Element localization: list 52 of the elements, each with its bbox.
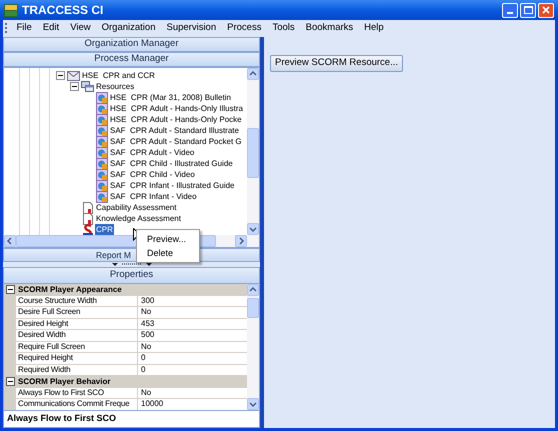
section-header[interactable]: Process Manager: [3, 52, 260, 67]
menu-item[interactable]: View: [64, 21, 96, 36]
property-value[interactable]: No: [138, 388, 247, 399]
tree-item[interactable]: CPR: [95, 224, 114, 235]
tree-item[interactable]: HSE CPR Adult - Hands-Only Illustra: [109, 103, 244, 114]
tree-item[interactable]: SAF CPR Child - Illustrated Guide: [109, 158, 234, 169]
menu-item[interactable]: File: [11, 21, 38, 36]
property-name: Desired Width: [16, 330, 138, 342]
tree-item[interactable]: Capability Assessment: [95, 202, 178, 213]
menu-item[interactable]: Tools: [266, 21, 300, 36]
property-value[interactable]: 300: [138, 296, 247, 307]
property-value[interactable]: 0: [138, 353, 247, 364]
tree-item[interactable]: SAF CPR Adult - Video: [109, 147, 196, 158]
menu-item[interactable]: Help: [358, 21, 390, 36]
menu-item[interactable]: Organization: [96, 21, 161, 36]
tree-item[interactable]: SAF CPR Adult - Standard Pocket G: [109, 136, 243, 147]
property-name: Course Structure Width: [16, 296, 138, 307]
tree-item[interactable]: SAF CPR Infant - Illustrated Guide: [109, 180, 236, 191]
tree-item[interactable]: HSE CPR (Mar 31, 2008) Bulletin: [109, 92, 232, 103]
property-name: Desire Full Screen: [16, 307, 138, 318]
description-bar: Always Flow to First SCO: [3, 410, 260, 428]
tree-item[interactable]: SAF CPR Child - Video: [109, 169, 196, 180]
tree-item[interactable]: Knowledge Assessment: [95, 213, 182, 224]
preview-button[interactable]: Preview SCORM Resource...: [270, 54, 404, 72]
property-name: Desired Height: [16, 318, 138, 330]
menu-item[interactable]: Bookmarks: [300, 21, 359, 36]
menu-item[interactable]: Process: [222, 21, 267, 36]
property-name: Required Width: [16, 364, 138, 376]
tree-item[interactable]: SAF CPR Infant - Video: [109, 191, 198, 202]
menu-item[interactable]: Supervision: [160, 21, 222, 36]
menu-option[interactable]: Delete: [137, 246, 199, 260]
tree-item[interactable]: SAF CPR Adult - Standard Illustrate: [109, 125, 240, 136]
window-title: TRACCESS CI: [22, 2, 104, 19]
tree-item[interactable]: Resources: [95, 81, 136, 92]
property-value[interactable]: No: [138, 307, 247, 318]
property-value[interactable]: 10000: [138, 399, 247, 410]
tree-item[interactable]: HSE CPR and CCR: [81, 70, 156, 81]
section-header: Properties: [3, 267, 260, 284]
menu-option[interactable]: Preview...: [137, 232, 199, 246]
property-name: Required Height: [16, 353, 138, 364]
property-value[interactable]: 453: [138, 318, 247, 330]
category-label: SCORM Player Appearance: [17, 284, 122, 296]
category-label: SCORM Player Behavior: [17, 376, 110, 388]
property-value[interactable]: 500: [138, 330, 247, 342]
property-name: Require Full Screen: [16, 342, 138, 353]
tree-item[interactable]: HSE CPR Adult - Hands-Only Pocke: [109, 114, 243, 125]
property-name: Always Flow to First SCO: [16, 388, 138, 399]
menu-item[interactable]: Edit: [37, 21, 65, 36]
section-header[interactable]: Organization Manager: [3, 37, 260, 52]
property-value[interactable]: 0: [138, 364, 247, 376]
property-name: Communications Commit Freque: [16, 399, 138, 410]
property-value[interactable]: No: [138, 342, 247, 353]
